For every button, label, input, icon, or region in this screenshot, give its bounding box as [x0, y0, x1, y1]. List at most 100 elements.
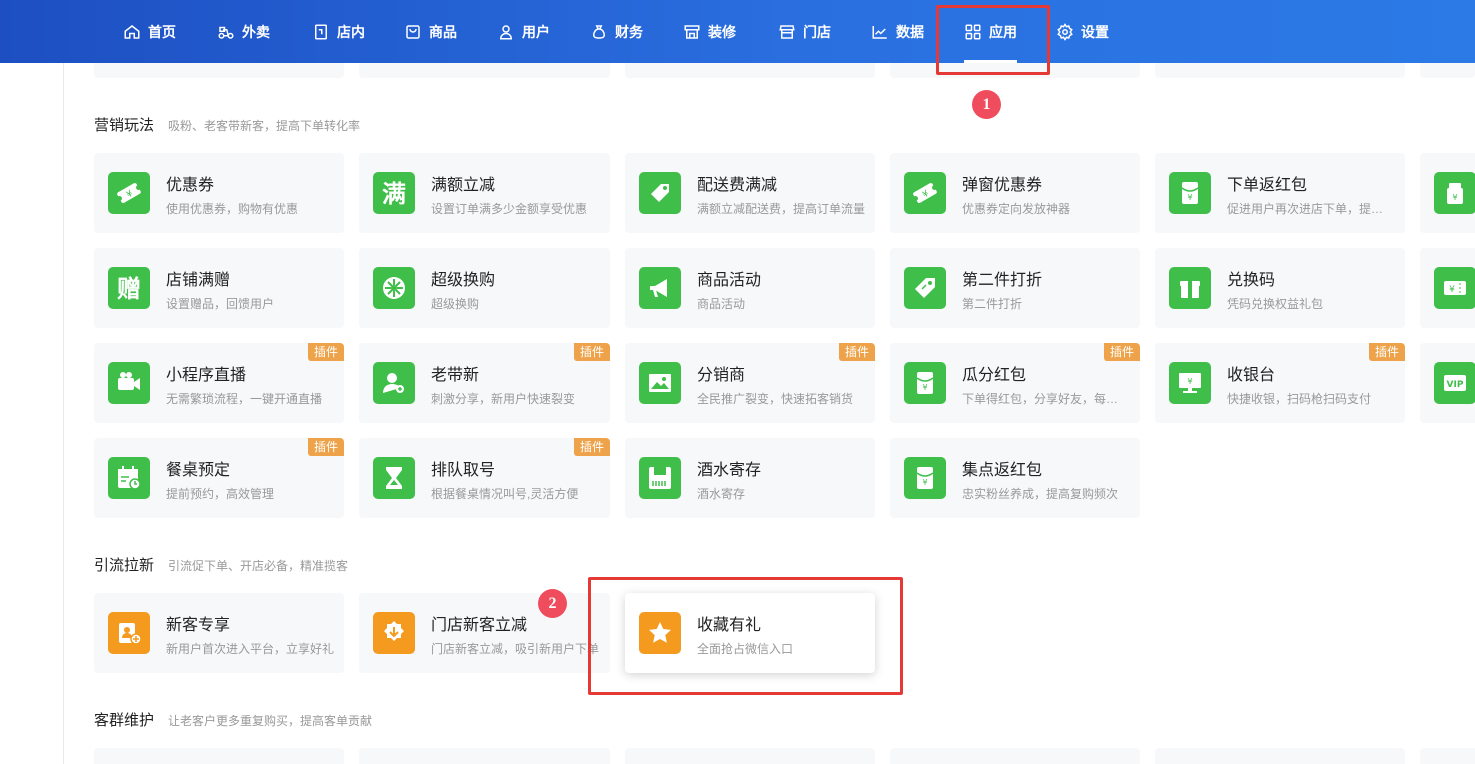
nav-item-decoration[interactable]: 装修	[683, 0, 736, 63]
nav-item-users[interactable]: 用户	[497, 0, 550, 63]
hourglass-icon	[373, 457, 415, 499]
card-title: 商品活动	[697, 272, 762, 289]
man-char-icon: 满	[373, 172, 415, 214]
gift-bag-icon: ¥	[1434, 172, 1475, 214]
coupon-icon: ¥	[108, 172, 150, 214]
card-desc: 使用优惠券，购物有优惠	[166, 202, 299, 216]
section-subtitle: 引流促下单、开店必备，精准揽客	[168, 559, 349, 573]
card-title: 小程序直播	[166, 367, 247, 384]
nav-item-finance[interactable]: 财务	[590, 0, 643, 63]
card-stub	[1155, 63, 1405, 78]
app-card-queue[interactable]: 排队取号 根据餐桌情况叫号,灵活方便 插件	[359, 438, 610, 518]
card-title: 收银台	[1227, 367, 1276, 384]
card-title: 瓜分红包	[962, 367, 1027, 384]
app-card-points-red-packet[interactable]: ¥ 集点返红包 忠实粉丝养成，提高复购频次	[890, 438, 1140, 518]
red-envelope-icon: ¥	[1169, 172, 1211, 214]
card-title: 酒水寄存	[697, 462, 762, 479]
plugin-badge: 插件	[1368, 343, 1405, 361]
gear-icon	[1056, 22, 1074, 41]
card-title: 第二件打折	[962, 272, 1043, 289]
calendar-clock-icon	[108, 457, 150, 499]
card-desc: 新用户首次进入平台，立享好礼	[166, 642, 334, 656]
download-badge-icon	[373, 612, 415, 654]
app-card-mini-live[interactable]: 小程序直播 无需繁琐流程，一键开通直播 插件	[94, 343, 344, 423]
card-desc: 优惠券定向发放神器	[962, 202, 1071, 216]
card-desc: 酒水寄存	[697, 487, 746, 501]
nav-item-stores[interactable]: 门店	[778, 0, 831, 63]
app-card-super-exchange[interactable]: 超级换购 超级换购	[359, 248, 610, 328]
svg-text:满: 满	[382, 180, 406, 208]
gift-char-icon: 赠	[108, 267, 150, 309]
app-card-cashier[interactable]: ¥ 收银台 快捷收银，扫码枪扫码支付 插件	[1155, 343, 1405, 423]
section-subtitle: 吸粉、老客带新客，提高下单转化率	[168, 119, 361, 133]
app-card-split-red-packet[interactable]: ¥ 瓜分红包 下单得红包，分享好友，每人都有份 插件	[890, 343, 1140, 423]
app-card-partial[interactable]: VIP	[1420, 343, 1475, 423]
shop-decor-icon	[683, 23, 701, 41]
plugin-badge: 插件	[307, 343, 344, 361]
nav-item-data[interactable]: 数据	[871, 0, 924, 63]
card-stub	[1155, 748, 1405, 764]
app-card-drink-storage[interactable]: 酒水寄存 酒水寄存	[625, 438, 875, 518]
app-card-table-booking[interactable]: 餐桌预定 提前预约，高效管理 插件	[94, 438, 344, 518]
app-card-full-reduction[interactable]: 满 满额立减 设置订单满多少金额享受优惠	[359, 153, 610, 233]
card-title: 店铺满赠	[166, 272, 231, 289]
app-card-delivery-fee[interactable]: 配送费满减 满额立减配送费，提高订单流量	[625, 153, 875, 233]
plugin-badge: 插件	[573, 438, 610, 456]
card-desc: 设置订单满多少金额享受优惠	[431, 202, 588, 216]
user-icon	[497, 23, 515, 41]
card-title: 新客专享	[166, 617, 231, 634]
wheel-icon	[373, 267, 415, 309]
card-desc: 超级换购	[431, 297, 480, 311]
card-stub	[359, 63, 610, 78]
card-desc: 快捷收银，扫码枪扫码支付	[1227, 392, 1372, 406]
card-stub	[890, 748, 1140, 764]
nav-item-takeout[interactable]: 外卖	[217, 0, 270, 63]
svg-text:赠: 赠	[117, 275, 141, 303]
app-card-store-gift[interactable]: 赠 店铺满赠 设置赠品，回馈用户	[94, 248, 344, 328]
nav-item-dine-in[interactable]: 店内	[312, 0, 365, 63]
card-desc: 根据餐桌情况叫号,灵活方便	[431, 487, 579, 501]
megaphone-icon	[639, 267, 681, 309]
card-stub	[625, 748, 875, 764]
nav-item-home[interactable]: 首页	[123, 0, 176, 63]
card-desc: 忠实粉丝养成，提高复购频次	[962, 487, 1119, 501]
highlight-box-apps	[936, 5, 1050, 75]
plugin-badge: 插件	[838, 343, 875, 361]
new-customer-icon	[108, 612, 150, 654]
nav-label: 首页	[148, 23, 176, 40]
card-title: 老带新	[431, 367, 480, 384]
nav-item-settings[interactable]: 设置	[1056, 0, 1109, 63]
app-card-order-red-packet[interactable]: ¥ 下单返红包 促进用户再次进店下单，提升复购	[1155, 153, 1405, 233]
app-card-partial[interactable]: ¥	[1420, 153, 1475, 233]
app-card-store-new-customer[interactable]: 门店新客立减 门店新客立减，吸引新用户下单	[359, 593, 610, 673]
card-desc: 下单得红包，分享好友，每人都有份	[962, 392, 1130, 406]
card-title: 配送费满减	[697, 177, 778, 194]
app-card-popup-coupon[interactable]: ¥ 弹窗优惠券 优惠券定向发放神器	[890, 153, 1140, 233]
nav-item-products[interactable]: 商品	[404, 0, 457, 63]
app-card-new-customer[interactable]: 新客专享 新用户首次进入平台，立享好礼	[94, 593, 344, 673]
app-card-distributor[interactable]: 分销商 全民推广裂变，快速拓客销货 插件	[625, 343, 875, 423]
card-title: 兑换码	[1227, 272, 1276, 289]
section-heading-retention: 客群维护 让老客户更多重复购买，提高客单贡献	[94, 709, 372, 730]
section-title: 引流拉新	[94, 557, 155, 574]
app-card-referral[interactable]: 老带新 刺激分享，新用户快速裂变 插件	[359, 343, 610, 423]
card-desc: 全民推广裂变，快速拓客销货	[697, 392, 854, 406]
app-card-product-activity[interactable]: 商品活动 商品活动	[625, 248, 875, 328]
app-card-redeem-code[interactable]: 兑换码 凭码兑换权益礼包	[1155, 248, 1405, 328]
card-desc: 凭码兑换权益礼包	[1227, 297, 1324, 311]
store-in-icon	[312, 23, 330, 41]
storefront-icon	[778, 23, 796, 41]
card-title: 门店新客立减	[431, 617, 528, 634]
section-heading-traffic: 引流拉新 引流促下单、开店必备，精准揽客	[94, 554, 348, 575]
card-desc: 提前预约，高效管理	[166, 487, 275, 501]
app-card-partial[interactable]: ¥	[1420, 248, 1475, 328]
section-title: 客群维护	[94, 712, 155, 729]
card-stub	[94, 63, 344, 78]
svg-text:¥: ¥	[1449, 285, 1455, 295]
app-card-second-discount[interactable]: 第二件打折 第二件打折	[890, 248, 1140, 328]
svg-text:¥: ¥	[1187, 193, 1192, 202]
card-desc: 商品活动	[697, 297, 746, 311]
picture-icon	[639, 362, 681, 404]
gift-box-icon	[1169, 267, 1211, 309]
app-card-coupon[interactable]: ¥ 优惠券 使用优惠券，购物有优惠	[94, 153, 344, 233]
